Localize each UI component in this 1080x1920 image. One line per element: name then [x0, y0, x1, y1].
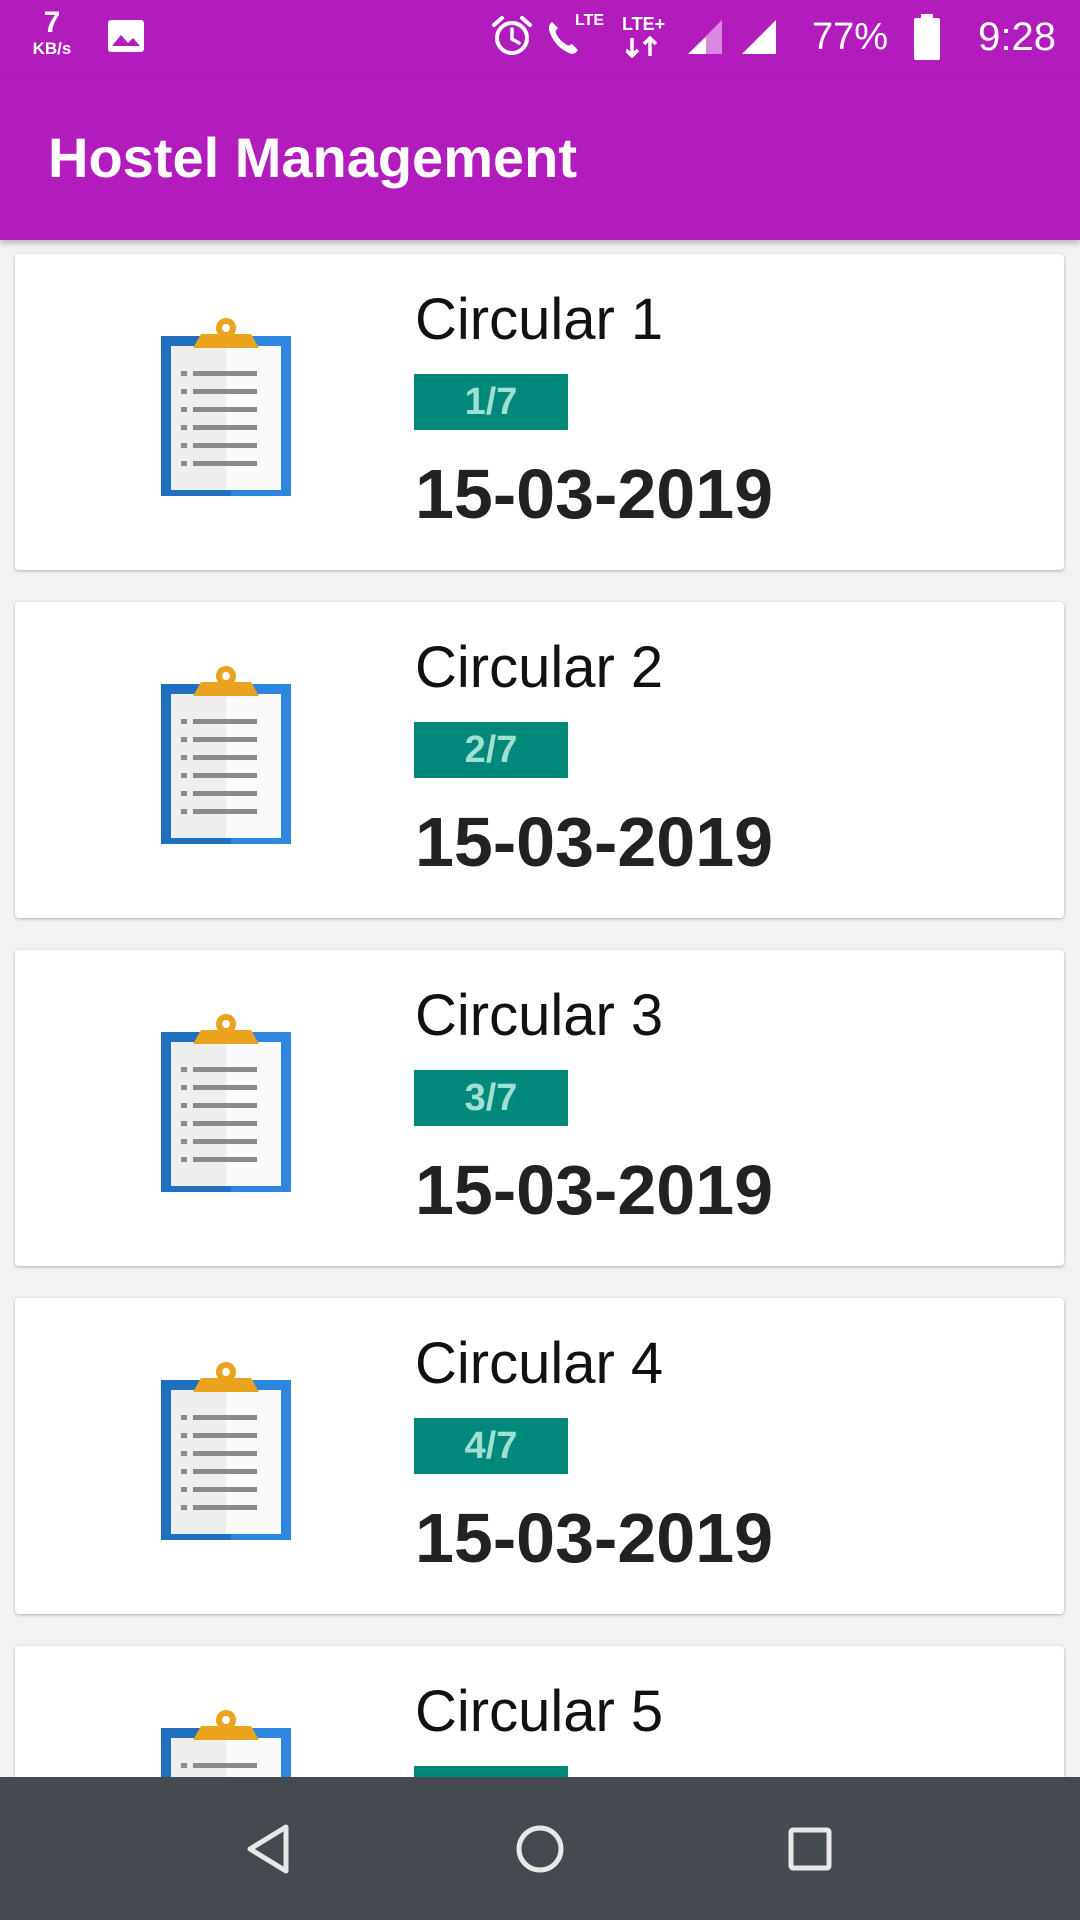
gallery-icon — [108, 20, 144, 52]
circular-title: Circular 2 — [415, 635, 664, 700]
circular-card[interactable]: Circular 1 1/7 15-03-2019 — [15, 254, 1064, 570]
circular-date: 15-03-2019 — [415, 803, 774, 881]
signal-icon — [742, 20, 776, 54]
home-icon[interactable] — [498, 1807, 582, 1891]
recents-icon[interactable] — [768, 1807, 852, 1891]
clipboard-icon — [161, 1014, 291, 1192]
clock: 9:28 — [978, 15, 1056, 59]
signal-icon — [688, 20, 722, 54]
circular-card[interactable]: Circular 3 3/7 15-03-2019 — [15, 950, 1064, 1266]
network-speed: 7 KB/s — [24, 6, 80, 58]
phone-icon — [548, 22, 578, 54]
clipboard-icon — [161, 1362, 291, 1540]
circular-badge: 2/7 — [414, 722, 568, 778]
data-arrows-icon — [626, 36, 658, 58]
circular-date: 15-03-2019 — [415, 455, 774, 533]
circular-badge — [414, 1766, 568, 1777]
circular-badge: 3/7 — [414, 1070, 568, 1126]
network-speed-value: 7 — [43, 6, 61, 39]
volte-call-indicator: LTE — [545, 12, 605, 58]
circular-title: Circular 5 — [415, 1679, 664, 1744]
status-bar: 7 KB/s LTE LTE+ 77% 9:28 — [0, 0, 1080, 75]
clipboard-icon — [161, 318, 291, 496]
clipboard-icon — [161, 1710, 291, 1777]
back-icon[interactable] — [228, 1807, 312, 1891]
app-bar: Hostel Management — [0, 75, 1080, 240]
circular-badge: 4/7 — [414, 1418, 568, 1474]
app-title: Hostel Management — [48, 126, 577, 189]
circular-title: Circular 3 — [415, 983, 664, 1048]
circular-date: 15-03-2019 — [415, 1499, 774, 1577]
mobile-data-indicator: LTE+ — [620, 14, 676, 60]
circular-card[interactable]: Circular 5 — [15, 1646, 1064, 1777]
circular-title: Circular 1 — [415, 287, 664, 352]
data-network-label: LTE+ — [622, 14, 666, 34]
alarm-icon — [492, 16, 532, 55]
battery-icon — [914, 14, 940, 60]
circular-card[interactable]: Circular 4 4/7 15-03-2019 — [15, 1298, 1064, 1614]
network-speed-unit: KB/s — [32, 39, 72, 58]
circular-date: 15-03-2019 — [415, 1151, 774, 1229]
call-network-label: LTE — [575, 12, 605, 29]
navigation-bar — [0, 1777, 1080, 1920]
battery-percent: 77% — [812, 16, 889, 58]
circular-badge: 1/7 — [414, 374, 568, 430]
circular-list[interactable]: Circular 1 1/7 15-03-2019 Circular 2 2/7… — [0, 240, 1080, 1777]
circular-title: Circular 4 — [415, 1331, 664, 1396]
clipboard-icon — [161, 666, 291, 844]
circular-card[interactable]: Circular 2 2/7 15-03-2019 — [15, 602, 1064, 918]
